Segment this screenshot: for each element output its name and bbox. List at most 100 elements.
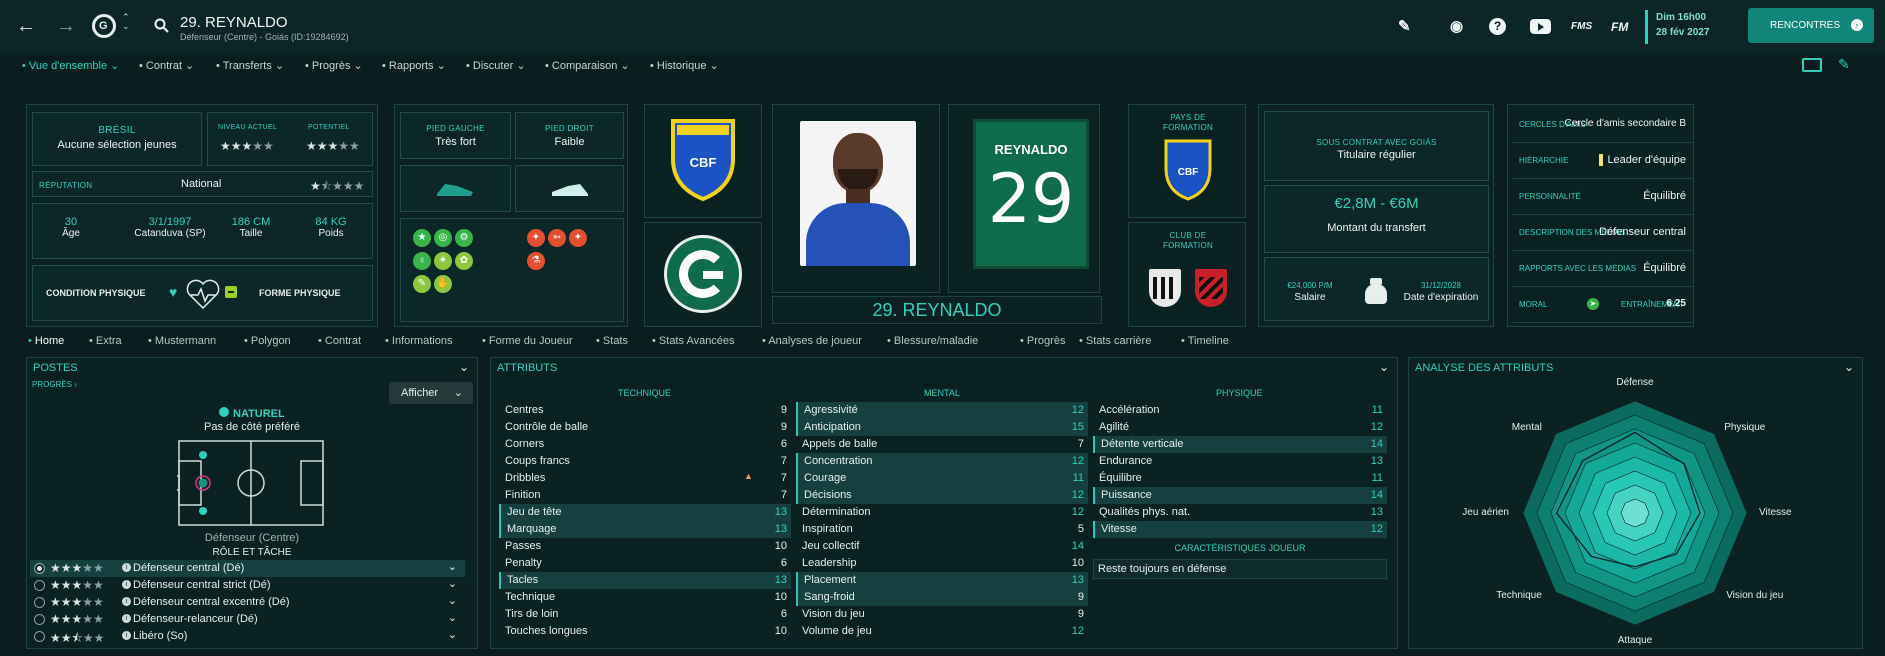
attribute-value: 12 [1071,489,1084,501]
attribute-row: Volume de jeu 12 [796,623,1088,640]
shirt-number: 29 [987,160,1075,239]
attribute-value: 6 [780,438,787,450]
role-radio[interactable] [34,597,45,608]
subnav-transfers[interactable]: • Transferts ⌄ [216,59,284,75]
tab-contrat[interactable]: • Contrat [318,335,361,347]
search-icon[interactable] [154,18,170,34]
role-row[interactable]: ★★★★★ i Défenseur central (Dé) ⌄ [30,560,465,577]
attribute-value: 12 [1370,421,1383,433]
form-neutral-icon [225,286,237,298]
subnav-history[interactable]: • Historique ⌄ [650,59,719,75]
chevron-down-icon[interactable]: ⌄ [448,594,457,607]
info-icon[interactable]: i [122,597,131,606]
feet-panel: PIED GAUCHE Très fort PIED DROIT Faible … [394,104,628,327]
subnav-reports[interactable]: • Rapports ⌄ [382,59,446,75]
tab-timeline[interactable]: • Timeline [1181,335,1229,347]
role-radio[interactable] [34,614,45,625]
role-row[interactable]: ★★★★★ i Défenseur central strict (Dé) ⌄ [30,577,465,594]
club-switch-chevrons-icon[interactable]: ⌃ ⌄ [122,13,130,31]
side-label: Pas de côté préféré [203,421,300,433]
tab-analyses[interactable]: • Analyses de joueur [762,335,862,347]
tab-home[interactable]: • Home [28,335,64,347]
afficher-dropdown[interactable]: Afficher ⌄ [389,382,473,404]
chevron-down-icon[interactable]: ⌄ [448,628,457,641]
radar-label: Vitesse [1759,507,1792,518]
progres-link[interactable]: PROGRÈS › [32,380,77,389]
subnav-overview[interactable]: • Vue d'ensemble ⌄ [22,59,119,75]
gear-trait-icon: ⚙ [455,229,473,247]
attributes-collapse-icon[interactable]: ⌄ [1379,360,1389,374]
edit-layout-icon[interactable]: ✎ [1838,56,1850,73]
role-row[interactable]: ★★★★★ i Défenseur-relanceur (Dé) ⌄ [30,611,465,628]
role-radio[interactable] [34,563,45,574]
attribute-value: 7 [780,455,787,467]
back-arrow-icon[interactable]: ← [16,16,36,36]
tab-stats-avancees[interactable]: • Stats Avancées [652,335,735,347]
tab-stats-carriere[interactable]: • Stats carrière [1079,335,1151,347]
athletico-badge-icon [1195,269,1227,307]
fm-icon[interactable]: FM [1611,18,1628,36]
attribute-value: 12 [1071,625,1084,637]
screen-icon[interactable] [1802,58,1822,72]
attribute-name: Vision du jeu [802,608,865,620]
attribute-name: Agressivité [804,404,858,416]
chevron-down-icon[interactable]: ⌄ [448,560,457,573]
chevron-down-icon[interactable]: ⌄ [448,611,457,624]
info-icon[interactable]: i [122,580,131,589]
flask-trait-icon: ⚗ [527,252,545,270]
radar-label: Attaque [1617,635,1653,646]
role-row[interactable]: ★★⯪★★ i Libéro (So) ⌄ [30,628,465,645]
subnav-progress[interactable]: • Progrès ⌄ [305,59,363,75]
info-row: MORAL ➤ ENTRAÎNEMENT 6.25 [1513,287,1694,323]
tab-forme-joueur[interactable]: • Forme du Joueur [482,335,573,347]
attribute-value: 11 [1072,472,1084,484]
tab-polygon[interactable]: • Polygon [244,335,291,347]
forward-arrow-icon[interactable]: → [56,16,76,36]
attribute-row: Jeu de tête 13 [499,504,791,521]
positions-title: POSTES [33,362,78,374]
attribute-name: Puissance [1101,489,1152,501]
subnav-compare[interactable]: • Comparaison ⌄ [545,59,630,75]
info-row: RAPPORTS AVEC LES MÉDIAS Équilibré [1513,251,1694,287]
age-value: 30 [64,216,78,228]
salary-value: €24,000 P/M [1287,281,1333,290]
tab-stats[interactable]: • Stats [596,335,628,347]
pitch-diagram [177,440,324,526]
physique-column: Accélération 11 Agilité 12 Détente verticale… [1093,402,1387,538]
info-icon[interactable]: i [122,614,131,623]
arrow-right-icon: › [1850,19,1863,31]
youtube-icon[interactable] [1530,19,1551,34]
subnav-discuss[interactable]: • Discuter ⌄ [466,59,526,75]
attribute-row: Technique 10 [499,589,791,606]
role-name: Défenseur central excentré (Dé) [133,596,290,608]
attribute-value: 12 [1071,506,1084,518]
niveau-stars: ★★★★★ [220,139,274,153]
tab-blessure[interactable]: • Blessure/maladie [887,335,978,347]
brain-icon[interactable]: ◉ [1450,18,1463,36]
tab-progres[interactable]: • Progrès [1020,335,1065,347]
info-icon[interactable]: i [122,563,131,572]
condition-label: CONDITION PHYSIQUE [46,288,146,298]
attribute-row: Placement 13 [796,572,1088,589]
role-radio[interactable] [34,631,45,642]
attribute-row: Agilité 12 [1093,419,1387,436]
tab-mustermann[interactable]: • Mustermann [148,335,216,347]
info-icon[interactable]: i [122,631,131,640]
subnav-contract[interactable]: • Contrat ⌄ [139,59,194,75]
positions-collapse-icon[interactable]: ⌄ [459,360,469,374]
bulb-trait-icon: ♀ [413,252,431,270]
edit-pencil-icon[interactable]: ✎ [1398,18,1411,36]
player-name: 29. REYNALDO [180,14,288,31]
tab-informations[interactable]: • Informations [385,335,452,347]
role-row[interactable]: ★★★★★ i Défenseur central excentré (Dé) ⌄ [30,594,465,611]
chevron-down-icon[interactable]: ⌄ [448,577,457,590]
overview-profile-panel: BRÉSIL Aucune sélection jeunes NIVEAU AC… [26,104,378,327]
tab-extra[interactable]: • Extra [89,335,122,347]
role-radio[interactable] [34,580,45,591]
fms-icon[interactable]: FMS [1571,18,1592,36]
rencontres-button[interactable]: RENCONTRES › [1748,8,1874,43]
help-icon[interactable]: ? [1489,18,1506,35]
attribute-value: 12 [1071,404,1084,416]
club-badge-icon[interactable]: G [92,14,116,38]
attribute-name: Qualités phys. nat. [1099,506,1191,518]
